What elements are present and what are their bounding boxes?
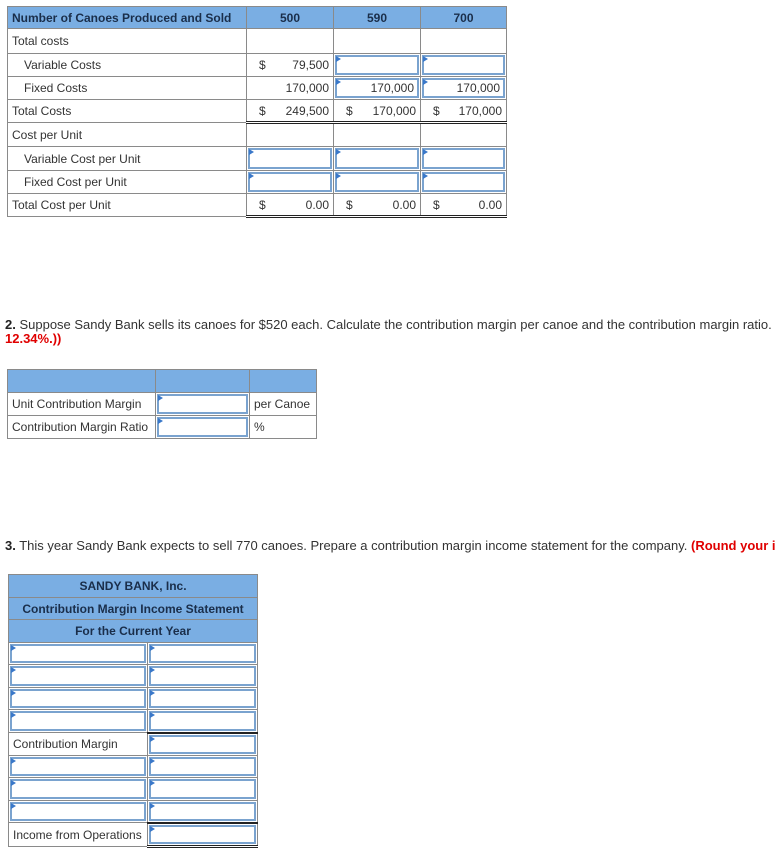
variable-costs-700-input[interactable] (420, 53, 507, 77)
contribution-margin-ratio-unit: % (249, 415, 317, 439)
total-cost-per-unit-label: Total Cost per Unit (7, 193, 247, 217)
input-flag-icon (11, 667, 16, 673)
variable-costs-590-input[interactable] (333, 53, 421, 77)
is-row-3-amount-input[interactable] (146, 687, 259, 710)
input-flag-icon (158, 395, 163, 401)
variable-cost-per-unit-label: Variable Cost per Unit (7, 146, 247, 171)
contribution-margin-amount-input[interactable] (146, 731, 259, 756)
income-from-operations-input[interactable] (146, 821, 259, 848)
total-costs-590: $170,000 (333, 99, 421, 124)
input-flag-icon (11, 803, 16, 809)
input-flag-icon (150, 690, 155, 696)
statement-period: For the Current Year (7, 619, 259, 643)
is-row-7-label-input[interactable] (8, 777, 148, 801)
fixed-cost-per-unit-500-input[interactable] (246, 170, 334, 194)
is-row-1-label-input[interactable] (8, 642, 148, 665)
question-3-text: This year Sandy Bank expects to sell 770… (15, 538, 691, 553)
variable-costs-500: $79,500 (246, 53, 334, 77)
is-row-4-label-input[interactable] (8, 709, 148, 733)
input-flag-icon (150, 780, 155, 786)
is-row-2-amount-input[interactable] (146, 664, 259, 688)
question-3: 3. This year Sandy Bank expects to sell … (5, 538, 783, 553)
question-2: 2. Suppose Sandy Bank sells its canoes f… (5, 318, 783, 346)
total-costs-700: $170,000 (420, 99, 507, 124)
input-flag-icon (423, 56, 428, 62)
cost-per-unit-heading: Cost per Unit (7, 122, 247, 147)
input-flag-icon (423, 173, 428, 179)
fixed-costs-700-input[interactable]: 170,000 (420, 76, 507, 100)
column-590: 590 (333, 6, 421, 29)
input-flag-icon (11, 645, 16, 651)
column-700: 700 (420, 6, 507, 29)
input-flag-icon (158, 418, 163, 424)
unit-contribution-margin-label: Unit Contribution Margin (7, 392, 156, 416)
total-costs-heading: Total costs (7, 28, 247, 54)
statement-title: Contribution Margin Income Statement (7, 597, 259, 620)
contribution-margin-ratio-input[interactable] (155, 415, 250, 439)
fixed-costs-label: Fixed Costs (7, 76, 247, 100)
input-flag-icon (150, 667, 155, 673)
variable-cost-per-unit-500-input[interactable] (246, 146, 334, 171)
company-name: SANDY BANK, Inc. (7, 574, 259, 598)
input-flag-icon (423, 149, 428, 155)
cost-table: Number of Canoes Produced and Sold 500 5… (7, 6, 507, 218)
input-flag-icon (150, 712, 155, 718)
income-statement-table: SANDY BANK, Inc. Contribution Margin Inc… (7, 574, 259, 848)
input-flag-icon (336, 56, 341, 62)
is-row-8-label-input[interactable] (8, 800, 148, 823)
total-costs-label: Total Costs (7, 99, 247, 123)
input-flag-icon (150, 758, 155, 764)
input-flag-icon (150, 825, 155, 832)
fixed-costs-590-input[interactable]: 170,000 (333, 76, 421, 100)
column-500: 500 (246, 6, 334, 29)
input-flag-icon (11, 712, 16, 718)
is-row-8-amount-input[interactable] (146, 800, 259, 823)
input-flag-icon (423, 79, 428, 85)
is-row-6-label-input[interactable] (8, 755, 148, 778)
input-flag-icon (336, 79, 341, 85)
total-costs-500: $249,500 (246, 99, 334, 124)
income-from-operations-label: Income from Operations (8, 822, 148, 847)
variable-cost-per-unit-590-input[interactable] (333, 146, 421, 171)
question-3-note: (Round your i (691, 538, 776, 553)
unit-contribution-margin-input[interactable] (155, 392, 250, 416)
fixed-cost-per-unit-590-input[interactable] (333, 170, 421, 194)
input-flag-icon (249, 173, 254, 179)
input-flag-icon (336, 173, 341, 179)
total-cost-per-unit-500: $0.00 (246, 193, 334, 218)
question-3-number: 3. (5, 538, 16, 553)
contribution-margin-label: Contribution Margin (8, 732, 148, 756)
variable-costs-label: Variable Costs (7, 53, 247, 77)
input-flag-icon (150, 803, 155, 809)
contribution-margin-ratio-label: Contribution Margin Ratio (7, 415, 156, 439)
input-flag-icon (150, 735, 155, 742)
input-flag-icon (336, 149, 341, 155)
question-2-number: 2. (5, 317, 16, 332)
input-flag-icon (249, 149, 254, 155)
is-row-1-amount-input[interactable] (146, 642, 259, 665)
variable-cost-per-unit-700-input[interactable] (420, 146, 507, 171)
total-cost-per-unit-590: $0.00 (333, 193, 421, 218)
question-2-note: 12.34%.)) (5, 331, 62, 346)
total-cost-per-unit-700: $0.00 (420, 193, 507, 218)
question-2-text: Suppose Sandy Bank sells its canoes for … (15, 317, 772, 332)
fixed-cost-per-unit-700-input[interactable] (420, 170, 507, 194)
is-row-4-amount-input[interactable] (146, 709, 259, 733)
fixed-cost-per-unit-label: Fixed Cost per Unit (7, 170, 247, 194)
input-flag-icon (11, 690, 16, 696)
is-row-2-label-input[interactable] (8, 664, 148, 688)
is-row-6-amount-input[interactable] (146, 755, 259, 778)
input-flag-icon (11, 780, 16, 786)
input-flag-icon (11, 758, 16, 764)
unit-contribution-margin-unit: per Canoe (249, 392, 317, 416)
contribution-margin-table: Unit Contribution Margin per Canoe Contr… (7, 369, 317, 439)
is-row-7-amount-input[interactable] (146, 777, 259, 801)
header-label: Number of Canoes Produced and Sold (7, 6, 247, 29)
fixed-costs-500: 170,000 (246, 76, 334, 100)
input-flag-icon (150, 645, 155, 651)
is-row-3-label-input[interactable] (8, 687, 148, 710)
